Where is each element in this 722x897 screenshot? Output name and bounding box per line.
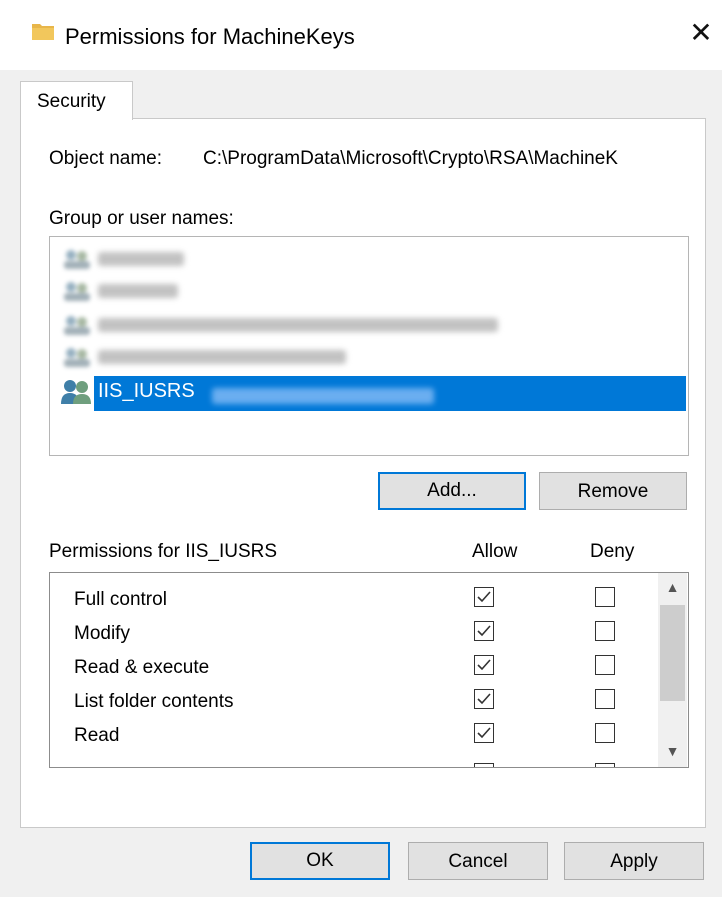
permissions-label: Permissions for IIS_IUSRS [49,541,278,562]
scroll-up-icon[interactable]: ▲ [658,573,687,601]
redacted-text [98,350,346,364]
selected-user-name: IIS_IUSRS [98,380,195,402]
allow-checkbox-partial[interactable] [474,763,494,767]
redacted-text [98,252,184,266]
user-group-icon [61,380,91,404]
list-item[interactable] [62,243,184,275]
list-item[interactable] [62,309,498,341]
deny-checkbox[interactable] [595,723,615,743]
close-button[interactable]: ✕ [688,18,714,48]
ok-button[interactable]: OK [250,842,390,880]
user-group-icon [64,250,90,269]
deny-checkbox[interactable] [595,621,615,641]
redacted-text [212,388,434,404]
allow-checkbox[interactable] [474,723,494,743]
deny-checkbox[interactable] [595,689,615,709]
window-title: Permissions for MachineKeys [65,24,355,49]
allow-checkbox[interactable] [474,621,494,641]
group-list-label: Group or user names: [49,208,234,229]
permission-list-folder-contents: List folder contents [74,691,234,712]
user-group-icon [64,316,90,335]
user-group-icon [64,282,90,301]
permissions-list[interactable]: Full control Modify Read & execute List … [49,572,689,768]
apply-button[interactable]: Apply [564,842,704,880]
permission-read-execute: Read & execute [74,657,210,678]
folder-icon [32,24,54,40]
allow-checkbox[interactable] [474,689,494,709]
add-button[interactable]: Add... [378,472,526,510]
tab-security[interactable]: Security [20,81,133,120]
object-name-label: Object name: [49,148,162,169]
object-name-value: C:\ProgramData\Microsoft\Crypto\RSA\Mach… [203,148,618,169]
list-item[interactable] [62,275,178,307]
scroll-down-icon[interactable]: ▼ [658,737,687,765]
redacted-text [98,284,178,298]
deny-checkbox[interactable] [595,655,615,675]
deny-column-header: Deny [590,541,635,562]
group-user-list[interactable]: IIS_IUSRS [49,236,689,456]
deny-checkbox[interactable] [595,587,615,607]
permission-read: Read [74,725,120,746]
deny-checkbox-partial[interactable] [595,763,615,767]
tab-security-label: Security [37,91,106,112]
vertical-scrollbar[interactable]: ▲ ▼ [658,573,687,767]
permission-modify: Modify [74,623,130,644]
list-item[interactable] [62,341,346,373]
redacted-text [98,318,498,332]
permission-full-control: Full control [74,589,167,610]
allow-checkbox[interactable] [474,655,494,675]
allow-column-header: Allow [472,541,518,562]
remove-button[interactable]: Remove [539,472,687,510]
cancel-button[interactable]: Cancel [408,842,548,880]
scroll-thumb[interactable] [660,605,685,701]
allow-checkbox[interactable] [474,587,494,607]
user-group-icon [64,348,90,367]
title-bar: Permissions for MachineKeys ✕ [0,0,722,70]
